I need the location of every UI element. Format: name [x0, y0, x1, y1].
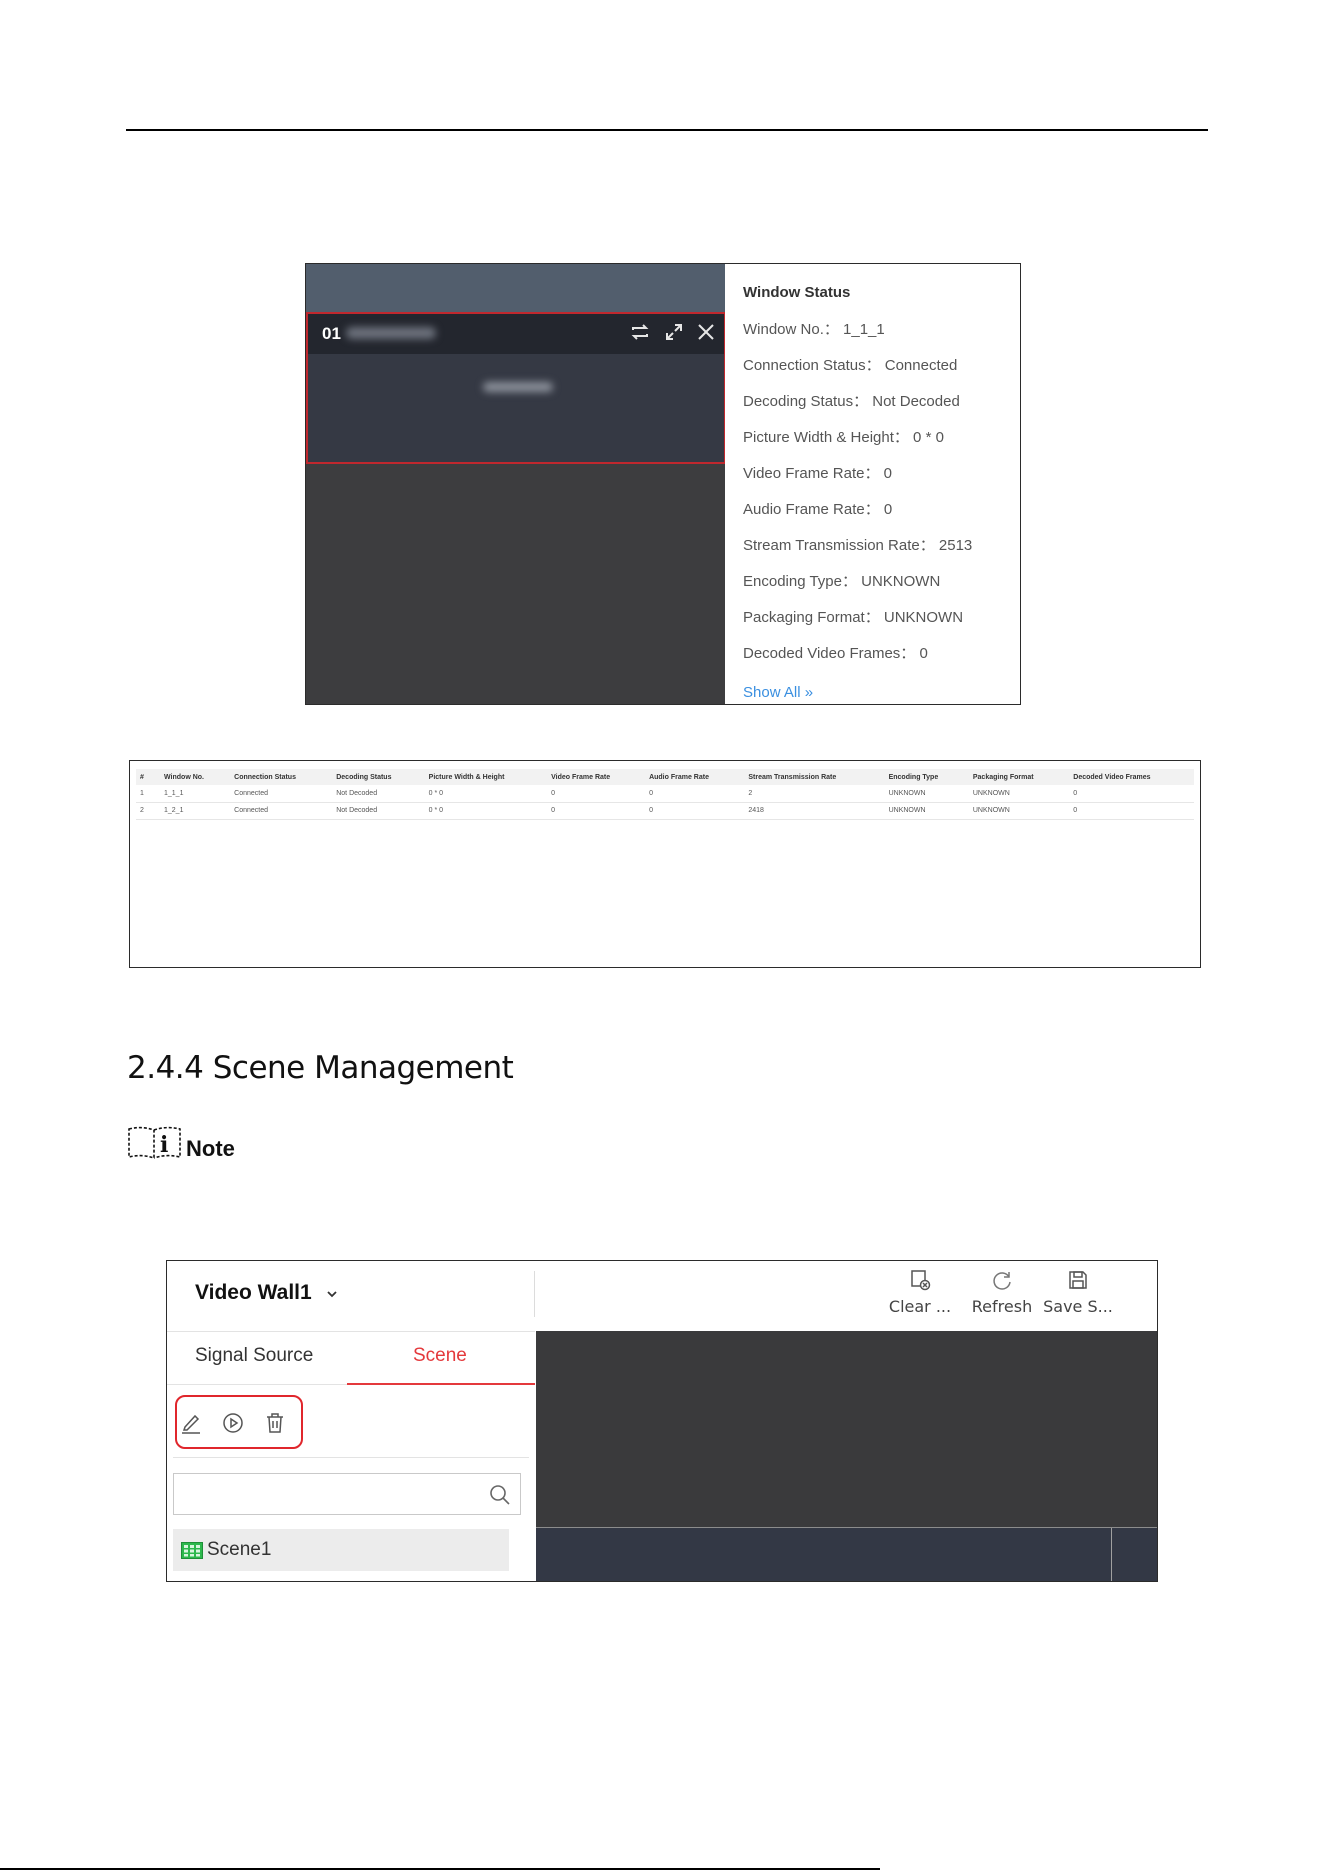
table-cell: 1_2_1: [160, 802, 231, 820]
show-all-link[interactable]: Show All »: [743, 684, 813, 701]
table-row[interactable]: 1 1_1_1 Connected Not Decoded 0 * 0 0 0 …: [136, 785, 1194, 803]
column-header: #: [136, 769, 160, 785]
status-encoding-type: Encoding Type： UNKNOWN: [743, 573, 941, 590]
column-header: Connection Status: [230, 769, 333, 785]
table-cell: 0: [645, 802, 745, 820]
fullscreen-icon[interactable]: [662, 320, 686, 344]
active-tab-indicator: [347, 1383, 535, 1385]
column-header: Stream Transmission Rate: [744, 769, 885, 785]
switch-icon[interactable]: [628, 320, 652, 344]
status-table-figure: # Window No. Connection Status Decoding …: [129, 760, 1201, 968]
status-panel-title: Window Status: [743, 284, 851, 301]
save-label: Save S...: [1043, 1297, 1113, 1316]
column-header: Encoding Type: [884, 769, 969, 785]
window-status-figure: 01 Window Status Window No.： 1_1_1 Conne…: [305, 263, 1021, 705]
table-cell: 0: [547, 802, 646, 820]
scene-label: Scene1: [207, 1539, 272, 1560]
status-decoded-frames: Decoded Video Frames： 0: [743, 645, 928, 662]
scene-list-item[interactable]: Scene1: [173, 1529, 509, 1571]
table-cell: 2: [744, 785, 885, 803]
table-cell: 0 * 0: [424, 785, 548, 803]
table-cell: Connected: [230, 802, 333, 820]
delete-icon[interactable]: [263, 1411, 287, 1435]
refresh-button[interactable]: Refresh: [963, 1265, 1041, 1325]
blurred-camera-name: [346, 327, 436, 339]
table-cell: 1: [136, 785, 160, 803]
table-cell: 0: [1069, 802, 1194, 820]
column-header: Decoded Video Frames: [1069, 769, 1194, 785]
scene-search-input[interactable]: [174, 1474, 474, 1514]
save-icon: [1069, 1271, 1087, 1289]
canvas-screen-divider: [1111, 1528, 1112, 1581]
clear-icon: [911, 1270, 931, 1291]
page-header-rule: [126, 129, 1208, 131]
tab-signal-source[interactable]: Signal Source: [195, 1345, 313, 1367]
header-divider: [534, 1271, 535, 1317]
table-header-row: # Window No. Connection Status Decoding …: [136, 769, 1194, 785]
table-cell: 0: [645, 785, 745, 803]
status-video-frame-rate: Video Frame Rate： 0: [743, 465, 892, 482]
wall-top-band: [306, 264, 726, 312]
status-picture-size: Picture Width & Height： 0 * 0: [743, 429, 944, 446]
close-icon[interactable]: [694, 320, 718, 344]
canvas-lower-screen: [536, 1528, 1157, 1581]
edit-icon[interactable]: [179, 1411, 203, 1435]
table-cell: UNKNOWN: [884, 802, 969, 820]
tab-scene[interactable]: Scene: [413, 1345, 467, 1367]
scene-grid-icon: [181, 1542, 203, 1559]
window-title-bar: 01: [308, 314, 724, 354]
column-header: Packaging Format: [968, 769, 1070, 785]
save-scene-button[interactable]: Save S...: [1039, 1265, 1117, 1325]
video-wall-canvas[interactable]: [536, 1331, 1157, 1581]
status-audio-frame-rate: Audio Frame Rate： 0: [743, 501, 893, 518]
table-cell: Not Decoded: [332, 802, 425, 820]
clear-label: Clear ...: [888, 1297, 952, 1316]
refresh-icon: [993, 1272, 1011, 1290]
status-window-no: Window No.： 1_1_1: [743, 321, 885, 338]
table-cell: 0: [1069, 785, 1194, 803]
table-cell: UNKNOWN: [968, 785, 1070, 803]
page-footer-rule: [0, 1868, 880, 1870]
table-cell: UNKNOWN: [884, 785, 969, 803]
status-stream-rate: Stream Transmission Rate： 2513: [743, 537, 973, 554]
scene-search-box: [173, 1473, 521, 1515]
table-row[interactable]: 2 1_2_1 Connected Not Decoded 0 * 0 0 0 …: [136, 802, 1194, 820]
status-table: # Window No. Connection Status Decoding …: [136, 769, 1194, 820]
table-cell: UNKNOWN: [968, 802, 1070, 820]
note-label: Note: [186, 1136, 235, 1161]
clear-button[interactable]: Clear ...: [881, 1265, 959, 1325]
table-cell: 2: [136, 802, 160, 820]
chevron-down-icon[interactable]: [325, 1287, 339, 1301]
section-title: 2.4.4 Scene Management: [127, 1050, 514, 1086]
table-cell: 0: [547, 785, 646, 803]
table-cell: Connected: [230, 785, 333, 803]
play-icon[interactable]: [221, 1411, 245, 1435]
table-cell: Not Decoded: [332, 785, 425, 803]
table-cell: 2418: [744, 802, 885, 820]
table-cell: 1_1_1: [160, 785, 231, 803]
column-header: Decoding Status: [332, 769, 425, 785]
note-book-icon: i: [128, 1126, 181, 1160]
video-wall-title[interactable]: Video Wall1: [195, 1281, 312, 1305]
window-status-panel: Window Status Window No.： 1_1_1 Connecti…: [725, 264, 1020, 704]
column-header: Audio Frame Rate: [645, 769, 745, 785]
column-header: Window No.: [160, 769, 231, 785]
column-header: Picture Width & Height: [424, 769, 548, 785]
scene-management-figure: Video Wall1 Clear ... Refresh Save S... …: [166, 1260, 1158, 1582]
table-cell: 0 * 0: [424, 802, 548, 820]
status-packaging-format: Packaging Format： UNKNOWN: [743, 609, 964, 626]
refresh-label: Refresh: [971, 1297, 1033, 1316]
header-rule: [167, 1331, 535, 1332]
video-window[interactable]: 01: [306, 312, 726, 464]
search-icon[interactable]: [488, 1483, 512, 1507]
status-connection: Connection Status： Connected: [743, 357, 958, 374]
column-header: Video Frame Rate: [547, 769, 646, 785]
operations-rule: [173, 1457, 529, 1458]
status-decoding: Decoding Status： Not Decoded: [743, 393, 960, 410]
blurred-source-label: [483, 382, 553, 392]
window-number: 01: [322, 324, 341, 343]
svg-text:i: i: [160, 1132, 168, 1158]
